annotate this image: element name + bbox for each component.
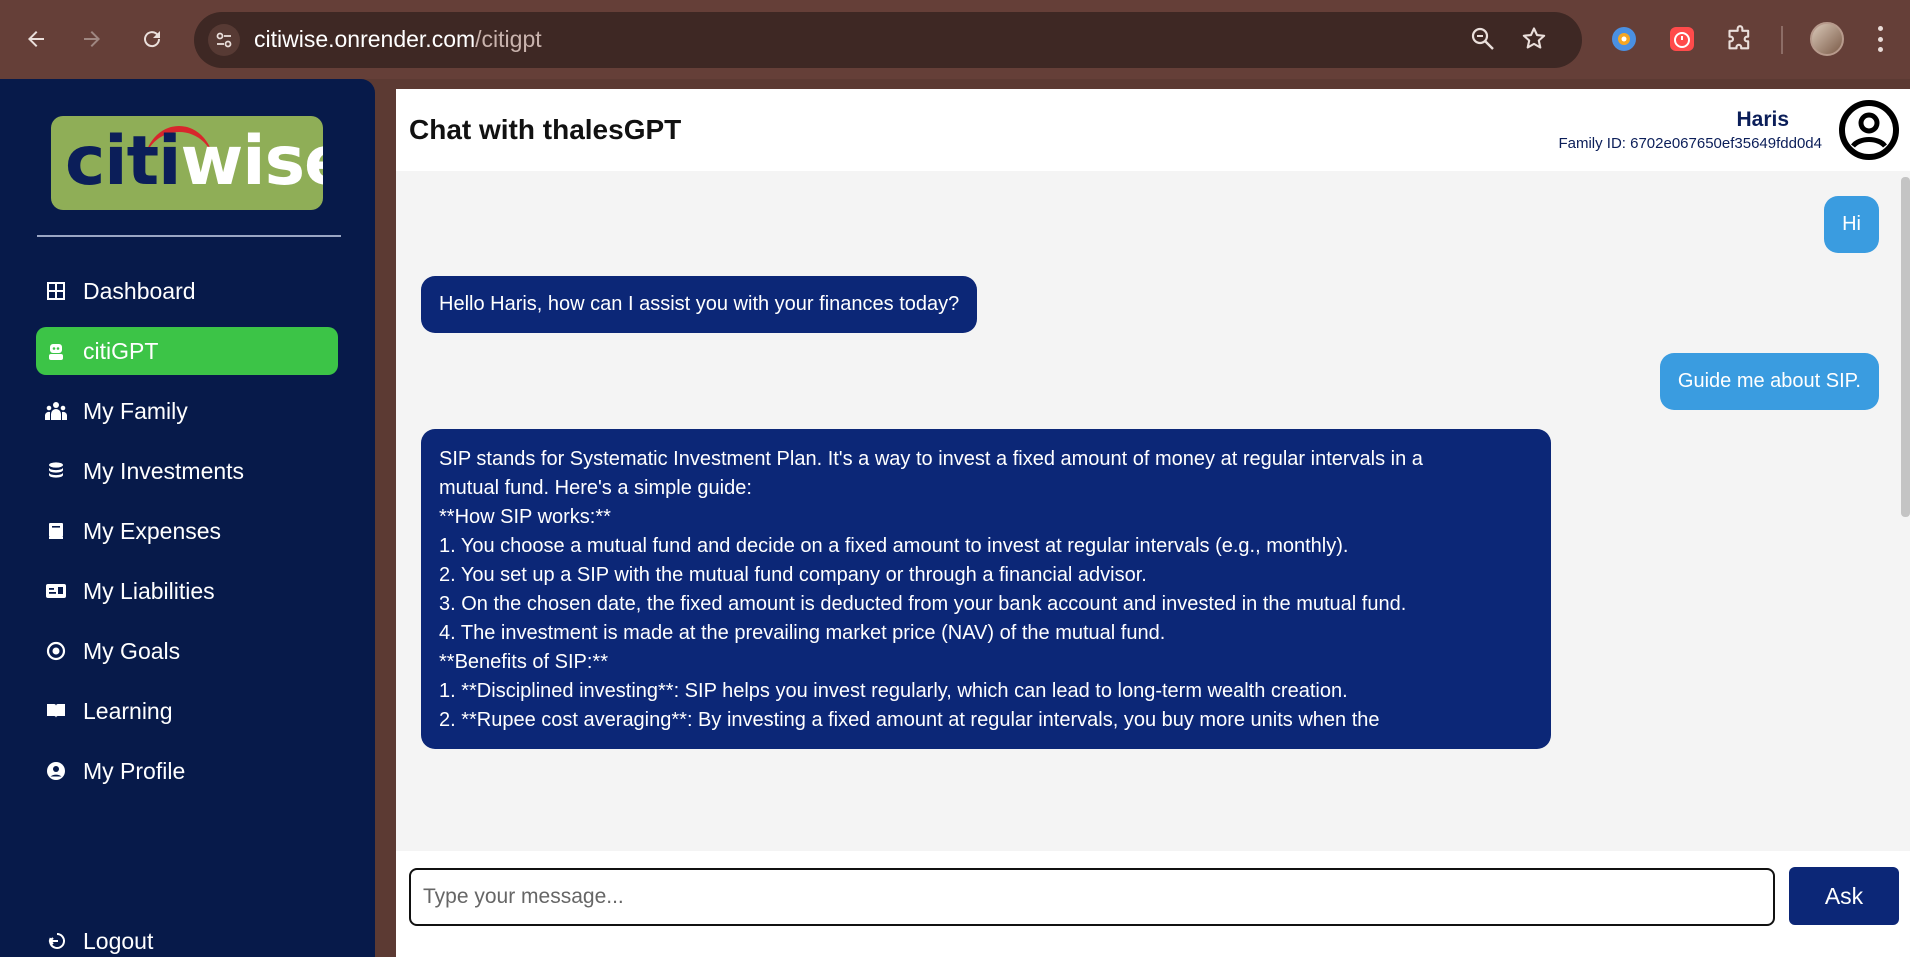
extension-bird-icon[interactable] bbox=[1605, 20, 1643, 58]
forward-icon[interactable] bbox=[73, 20, 111, 58]
extensions-puzzle-icon[interactable] bbox=[1721, 20, 1759, 58]
bookmark-star-icon[interactable] bbox=[1520, 25, 1548, 58]
book-icon bbox=[43, 698, 69, 724]
robot-icon bbox=[43, 338, 69, 364]
sidebar-item-label: My Family bbox=[83, 397, 188, 424]
extension-timer-icon[interactable] bbox=[1663, 20, 1701, 58]
reload-icon[interactable] bbox=[133, 20, 171, 58]
coins-icon bbox=[43, 458, 69, 484]
id-card-icon bbox=[43, 578, 69, 604]
sidebar-item-dashboard[interactable]: Dashboard bbox=[36, 267, 338, 315]
sidebar-item-label: My Goals bbox=[83, 637, 181, 664]
logout-icon bbox=[43, 928, 69, 954]
address-bar[interactable]: citiwise.onrender.com/citigpt bbox=[194, 12, 1582, 68]
sidebar-divider bbox=[37, 235, 341, 237]
message-composer: Ask bbox=[396, 851, 1910, 957]
user-circle-icon bbox=[43, 758, 69, 784]
family-icon bbox=[43, 398, 69, 424]
chat-messages[interactable]: Hi Hello Haris, how can I assist you wit… bbox=[396, 171, 1910, 851]
user-message: Guide me about SIP. bbox=[1659, 353, 1879, 410]
sidebar-item-label: Dashboard bbox=[83, 277, 196, 304]
toolbar-divider bbox=[1781, 26, 1783, 54]
sidebar-item-citigpt[interactable]: citiGPT bbox=[36, 327, 338, 375]
bot-message: Hello Haris, how can I assist you with y… bbox=[421, 276, 978, 333]
sidebar: citiwise Dashboard citiGPT My Family My … bbox=[0, 79, 375, 957]
sidebar-item-label: Learning bbox=[83, 697, 173, 724]
logout-label: Logout bbox=[83, 927, 154, 954]
sidebar-item-label: citiGPT bbox=[83, 337, 159, 364]
chat-scrollbar[interactable] bbox=[1901, 177, 1910, 517]
chat-panel: Chat with thalesGPT Haris Family ID: 670… bbox=[396, 89, 1910, 957]
sidebar-item-label: My Investments bbox=[83, 457, 245, 484]
grid-icon bbox=[43, 278, 69, 304]
sidebar-item-label: My Profile bbox=[83, 757, 186, 784]
sidebar-item-my-expenses[interactable]: My Expenses bbox=[36, 507, 338, 555]
site-info-icon[interactable] bbox=[208, 24, 240, 56]
ask-button[interactable]: Ask bbox=[1789, 867, 1899, 925]
sidebar-item-label: My Liabilities bbox=[83, 577, 215, 604]
sidebar-item-my-goals[interactable]: My Goals bbox=[36, 627, 338, 675]
back-icon[interactable] bbox=[17, 20, 55, 58]
user-avatar-icon[interactable] bbox=[1838, 99, 1900, 161]
sidebar-item-label: My Expenses bbox=[83, 517, 222, 544]
sidebar-item-my-profile[interactable]: My Profile bbox=[36, 747, 338, 795]
receipt-icon bbox=[43, 518, 69, 544]
message-input[interactable] bbox=[409, 868, 1775, 926]
sidebar-item-my-liabilities[interactable]: My Liabilities bbox=[36, 567, 338, 615]
user-name: Haris bbox=[1736, 108, 1789, 131]
page-title: Chat with thalesGPT bbox=[409, 114, 682, 145]
sidebar-item-learning[interactable]: Learning bbox=[36, 687, 338, 735]
browser-profile-avatar[interactable] bbox=[1810, 22, 1844, 56]
citiwise-logo[interactable]: citiwise bbox=[51, 116, 323, 210]
browser-toolbar: citiwise.onrender.com/citigpt bbox=[0, 0, 1910, 79]
target-icon bbox=[43, 638, 69, 664]
browser-menu-icon[interactable] bbox=[1872, 22, 1888, 56]
chat-header: Chat with thalesGPT Haris Family ID: 670… bbox=[396, 89, 1910, 171]
zoom-icon[interactable] bbox=[1470, 26, 1496, 57]
sidebar-item-my-family[interactable]: My Family bbox=[36, 387, 338, 435]
user-message: Hi bbox=[1824, 196, 1879, 253]
bot-message: SIP stands for Systematic Investment Pla… bbox=[421, 429, 1551, 749]
logout-button[interactable]: Logout bbox=[36, 917, 338, 957]
family-id: Family ID: 6702e067650ef35649fdd0d4 bbox=[1558, 135, 1822, 152]
sidebar-item-my-investments[interactable]: My Investments bbox=[36, 447, 338, 495]
url-text[interactable]: citiwise.onrender.com/citigpt bbox=[254, 26, 542, 53]
